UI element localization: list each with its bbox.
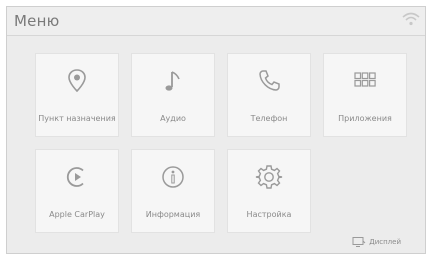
- menu-tile-label: Пункт назначения: [38, 114, 116, 123]
- display-button[interactable]: Дисплей: [352, 235, 401, 249]
- menu-tile-settings[interactable]: Настройка: [227, 149, 311, 233]
- menu-tile-label: Аудио: [160, 114, 186, 123]
- menu-tile-label: Приложения: [338, 114, 392, 123]
- display-icon: [352, 237, 366, 247]
- gear-icon: [255, 165, 283, 189]
- music-note-icon: [165, 71, 180, 91]
- page-title: Меню: [14, 12, 60, 30]
- menu-tile-label: Телефон: [250, 114, 288, 123]
- menu-tile-carplay[interactable]: Apple CarPlay: [35, 149, 119, 233]
- header-bar: Меню: [7, 7, 425, 36]
- map-pin-icon: [68, 69, 86, 93]
- menu-tile-apps[interactable]: Приложения: [323, 53, 407, 137]
- menu-tile-destination[interactable]: Пункт назначения: [35, 53, 119, 137]
- menu-tile-label: Apple CarPlay: [49, 210, 105, 219]
- apps-grid-icon: [354, 72, 376, 87]
- info-icon: [162, 166, 184, 188]
- menu-tile-phone[interactable]: Телефон: [227, 53, 311, 137]
- phone-icon: [259, 70, 280, 91]
- menu-tile-label: Информация: [145, 210, 201, 219]
- menu-screen: Меню Пункт назначения Аудио Телефон Прил…: [6, 6, 426, 254]
- display-button-label: Дисплей: [369, 238, 401, 246]
- menu-tile-audio[interactable]: Аудио: [131, 53, 215, 137]
- menu-tile-label: Настройка: [246, 210, 292, 219]
- wifi-icon: [402, 12, 420, 26]
- menu-tile-info[interactable]: Информация: [131, 149, 215, 233]
- carplay-icon: [66, 167, 84, 187]
